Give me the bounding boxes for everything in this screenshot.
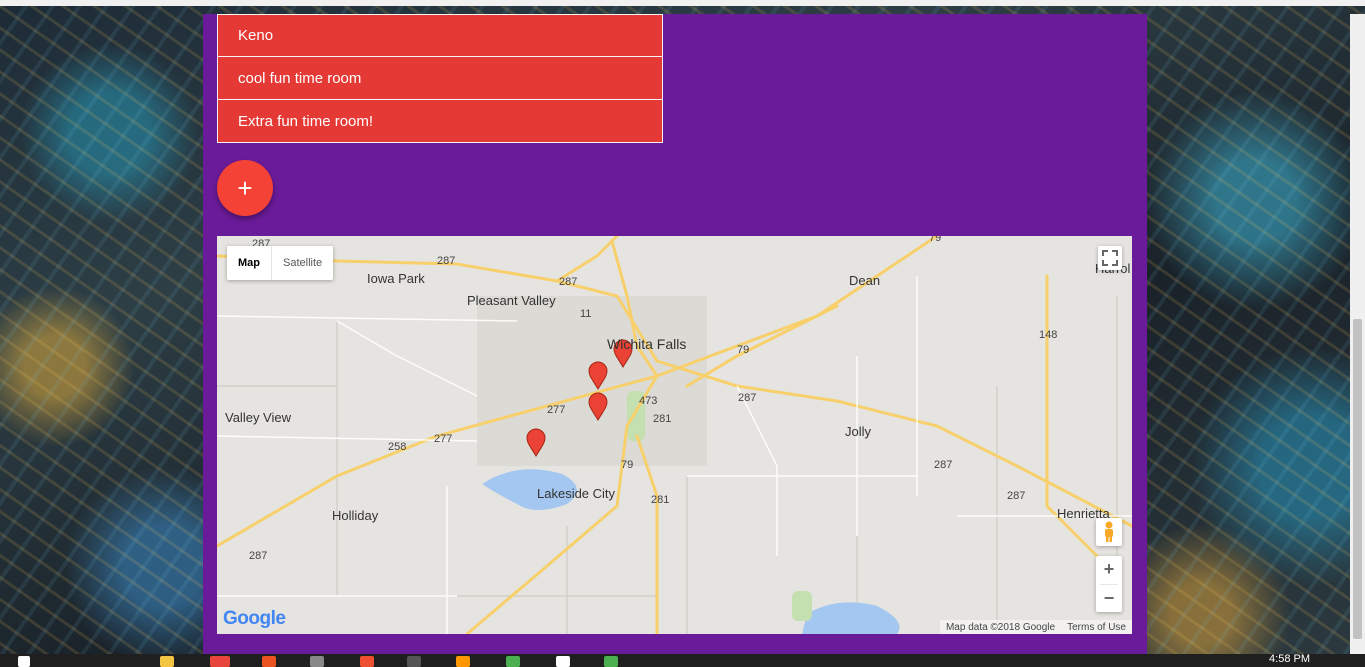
- sublime-icon[interactable]: [456, 656, 470, 667]
- road-shield: 277: [547, 404, 566, 416]
- room-list-item[interactable]: Keno: [217, 14, 663, 57]
- road-shield: 287: [437, 255, 456, 267]
- app-icon[interactable]: [556, 656, 570, 667]
- road-shield: 287: [738, 392, 757, 404]
- git-icon[interactable]: [360, 656, 374, 667]
- app-icon[interactable]: [604, 656, 618, 667]
- app-icon[interactable]: [310, 656, 324, 667]
- map-attribution: Map data ©2018 Google Terms of Use: [939, 620, 1132, 634]
- road-shield: 79: [929, 236, 942, 244]
- place-label: Dean: [849, 273, 881, 288]
- road-shield: 281: [653, 413, 672, 425]
- map-type-map-button[interactable]: Map: [227, 246, 272, 280]
- road-shield: 287: [559, 276, 578, 288]
- road-shield: 277: [434, 433, 453, 445]
- room-list: Keno cool fun time room Extra fun time r…: [217, 14, 663, 143]
- google-map[interactable]: Wichita Falls Iowa Park Pleasant Valley …: [217, 236, 1132, 634]
- terms-of-use-link[interactable]: Terms of Use: [1067, 622, 1126, 633]
- road-shield: 79: [621, 459, 634, 471]
- map-canvas[interactable]: [217, 236, 1132, 634]
- app-panel: Keno cool fun time room Extra fun time r…: [203, 14, 1147, 654]
- ubuntu-icon[interactable]: [262, 656, 276, 667]
- page-scrollbar[interactable]: [1350, 14, 1365, 654]
- road-shield: 79: [737, 344, 750, 356]
- road-shield: 287: [1007, 490, 1026, 502]
- road-shield: 11: [580, 308, 592, 320]
- room-list-item[interactable]: cool fun time room: [217, 57, 663, 100]
- terminal-icon[interactable]: [407, 656, 421, 667]
- map-type-control: Map Satellite: [227, 246, 334, 280]
- road-shield: 287: [249, 550, 268, 562]
- fullscreen-button[interactable]: [1098, 246, 1122, 270]
- place-label: Jolly: [845, 424, 872, 439]
- road-shield: 287: [934, 459, 953, 471]
- pegman-icon: [1105, 521, 1113, 542]
- app-icon[interactable]: [506, 656, 520, 667]
- road-shield: 258: [388, 441, 407, 453]
- place-label: Iowa Park: [367, 271, 425, 286]
- google-logo: Google: [223, 608, 286, 629]
- fullscreen-icon: [1102, 250, 1118, 266]
- map-type-satellite-button[interactable]: Satellite: [272, 246, 333, 280]
- room-list-item[interactable]: Extra fun time room!: [217, 100, 663, 143]
- chrome-icon[interactable]: [210, 656, 230, 667]
- place-label: Pleasant Valley: [467, 293, 556, 308]
- zoom-control: + −: [1096, 556, 1122, 612]
- lake-south: [802, 602, 900, 634]
- road-shield: 473: [639, 395, 658, 407]
- place-label: Wichita Falls: [607, 336, 687, 352]
- windows-taskbar: 4:58 PM: [0, 654, 1365, 667]
- add-room-button[interactable]: +: [217, 160, 273, 216]
- file-explorer-icon[interactable]: [160, 656, 174, 667]
- street-view-button[interactable]: [1096, 518, 1122, 546]
- start-icon[interactable]: [18, 656, 30, 667]
- place-label: Lakeside City: [537, 486, 616, 501]
- scrollbar-thumb[interactable]: [1353, 319, 1362, 639]
- road-shield: 281: [651, 494, 670, 506]
- bookmarks-bar: [0, 0, 1365, 6]
- place-label: Holliday: [332, 508, 379, 523]
- zoom-in-button[interactable]: +: [1096, 556, 1122, 584]
- map-data-credit: Map data ©2018 Google: [945, 621, 1056, 633]
- place-label: Valley View: [225, 410, 291, 425]
- zoom-out-button[interactable]: −: [1096, 585, 1122, 613]
- road-shield: 148: [1039, 329, 1058, 341]
- park: [792, 591, 812, 621]
- taskbar-clock[interactable]: 4:58 PM: [1269, 654, 1310, 665]
